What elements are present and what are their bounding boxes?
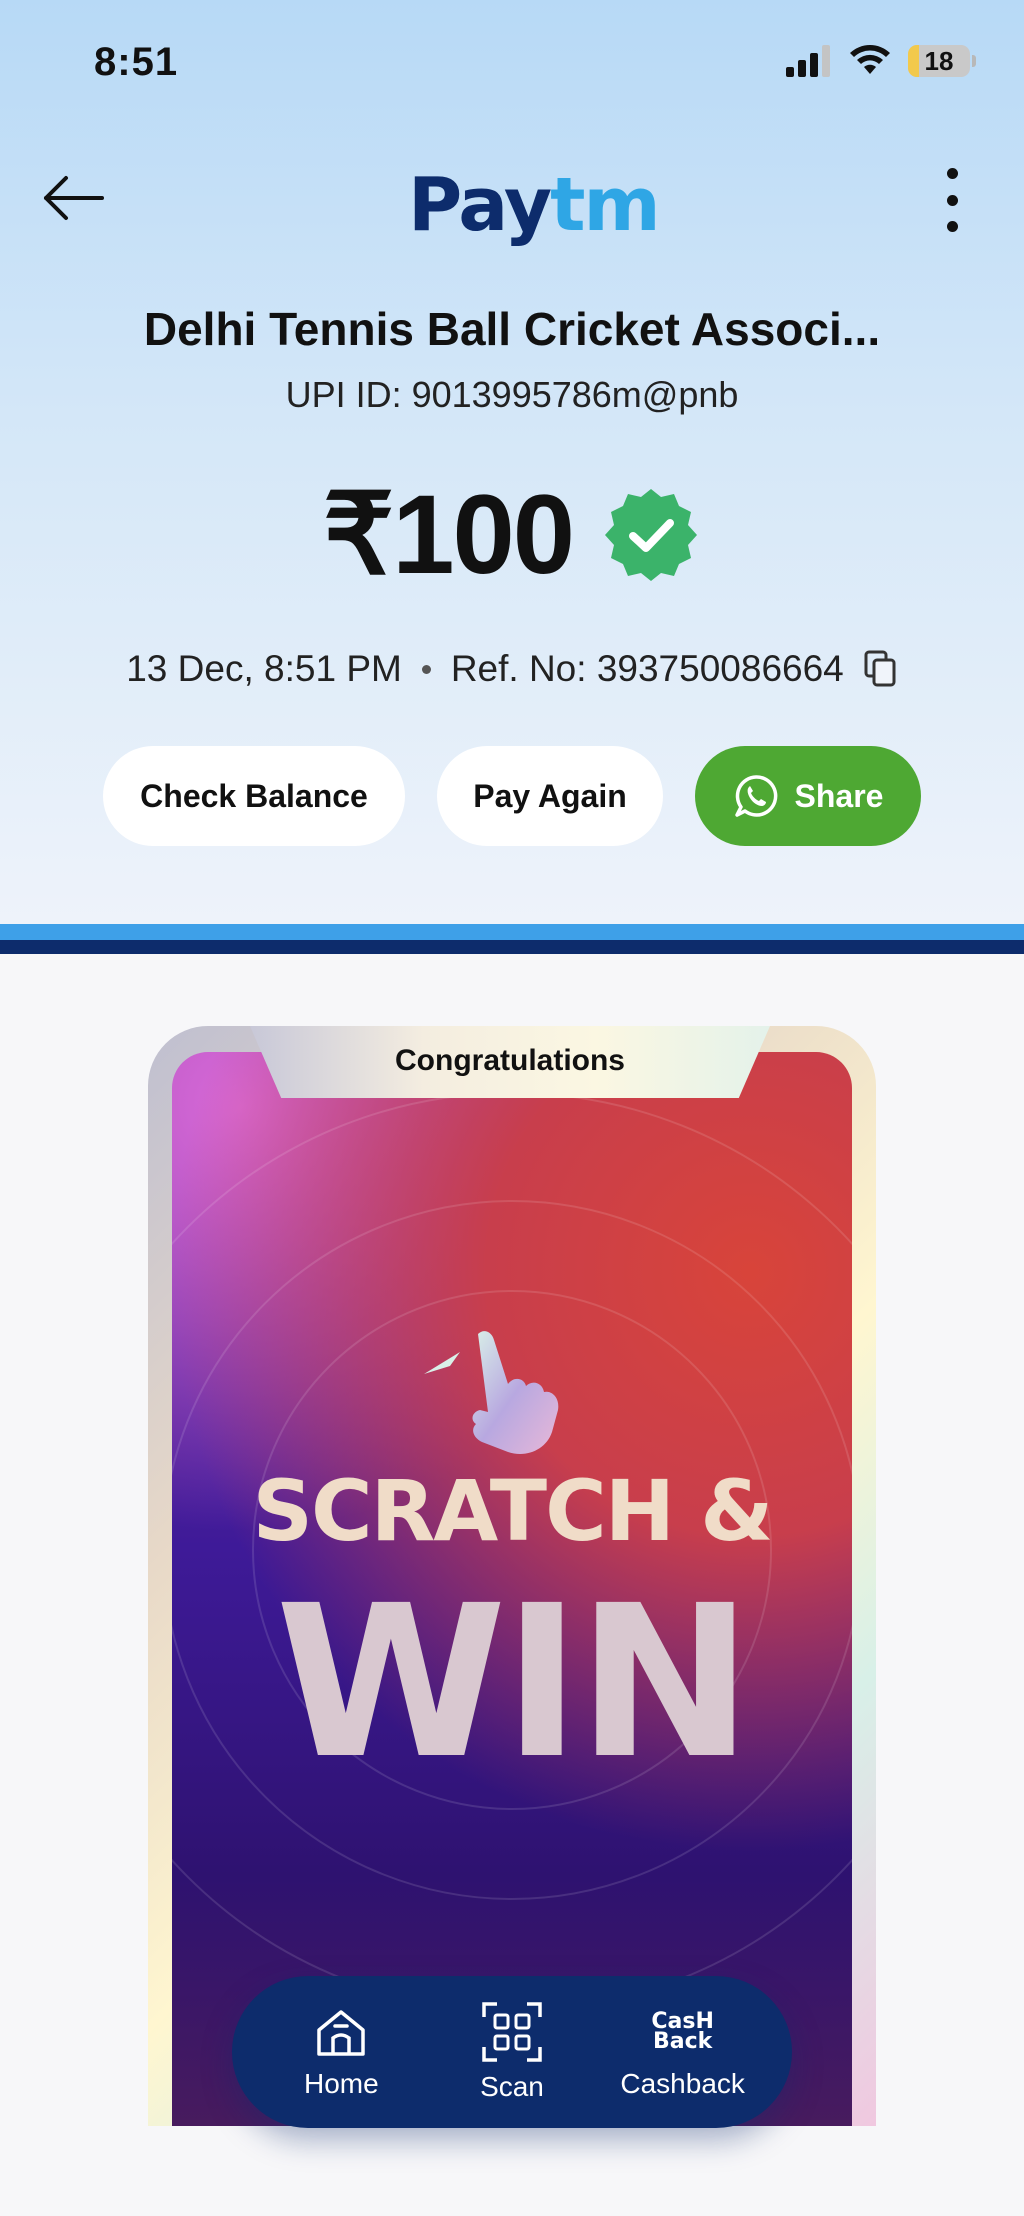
home-icon [317,2010,366,2056]
nav-scan-label: Scan [480,2071,544,2102]
nav-cashback-label: Cashback [620,2068,745,2099]
cashback-icon: CasH Back [651,2009,714,2054]
check-balance-label: Check Balance [140,777,368,814]
separator-dot [421,664,431,674]
merchant-name: Delhi Tennis Ball Cricket Associ... [143,303,881,355]
signal-icon [786,45,830,77]
battery-icon: 18 [908,45,970,77]
wifi-icon [850,45,890,74]
copy-icon[interactable] [864,650,898,688]
pay-again-label: Pay Again [473,777,627,814]
battery-level: 18 [924,45,954,76]
transaction-datetime: 13 Dec, 8:51 PM [126,648,402,689]
share-button[interactable]: Share [695,746,921,846]
qr-scan-icon [482,2002,542,2062]
win-heading: WIN [275,1560,753,1805]
congratulations-label: Congratulations [395,1044,625,1077]
battery-tip [972,55,976,67]
reference-number: Ref. No: 393750086664 [450,648,844,689]
status-icons: 18 [786,44,976,78]
scratch-heading: SCRATCH & [252,1462,773,1560]
paytm-logo: Paytm [408,162,661,248]
brand-band-light [0,924,1024,940]
upi-id: UPI ID: 9013995786m@pnb [285,374,739,415]
nav-cashback[interactable]: CasH Back Cashback [608,2004,758,2100]
payment-amount: ₹100 [322,472,575,597]
nav-scan[interactable]: Scan [437,2001,587,2103]
status-time: 8:51 [94,40,179,84]
check-balance-button[interactable]: Check Balance [103,746,405,846]
transaction-meta: 13 Dec, 8:51 PM Ref. No: 393750086664 [0,648,1024,690]
nav-home-label: Home [303,2068,379,2099]
whatsapp-icon [734,775,777,817]
brand-band-dark [0,940,1024,954]
amount-row: ₹100 [0,470,1024,600]
action-buttons: Check Balance Pay Again Share [0,746,1024,846]
nav-home[interactable]: Home [266,2004,416,2100]
back-arrow-icon[interactable] [40,170,110,226]
scratch-hand-icon [424,1331,559,1454]
pay-again-button[interactable]: Pay Again [437,746,663,846]
verified-check-icon [605,489,698,581]
bottom-nav: Home Scan CasH Back Cashback [232,1976,792,2128]
more-options-icon[interactable] [940,168,964,232]
share-label: Share [794,777,884,814]
